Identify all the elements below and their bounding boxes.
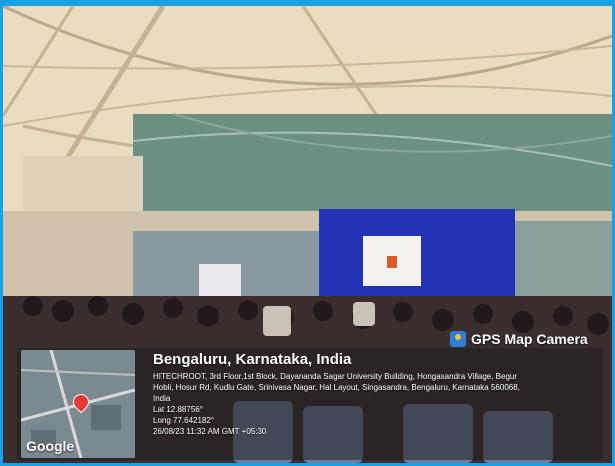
longitude: Long 77.642182° bbox=[153, 416, 215, 425]
gps-camera-label: GPS Map Camera bbox=[471, 331, 588, 347]
address-line-1: HITECHROOT, 3rd Floor,1st Block, Dayanan… bbox=[153, 372, 518, 381]
map-thumbnail: Google bbox=[21, 350, 135, 458]
location-title: Bengaluru, Karnataka, India bbox=[153, 351, 352, 368]
location-info: Bengaluru, Karnataka, India HITECHROOT, … bbox=[153, 351, 609, 437]
google-logo: Google bbox=[26, 438, 75, 454]
address-line-3: India bbox=[153, 394, 171, 403]
datetime: 26/08/23 11:32 AM GMT +05:30 bbox=[153, 427, 267, 436]
address-line-2: Hobli, Hosur Rd, Kudlu Gate, Srinivasa N… bbox=[153, 383, 520, 392]
photo-frame: GPS Map Camera Google Bengaluru, Karnata… bbox=[3, 6, 612, 463]
gps-camera-badge: GPS Map Camera bbox=[450, 329, 588, 349]
latitude: Lat 12.88756° bbox=[153, 405, 203, 414]
gps-camera-icon bbox=[450, 331, 466, 347]
